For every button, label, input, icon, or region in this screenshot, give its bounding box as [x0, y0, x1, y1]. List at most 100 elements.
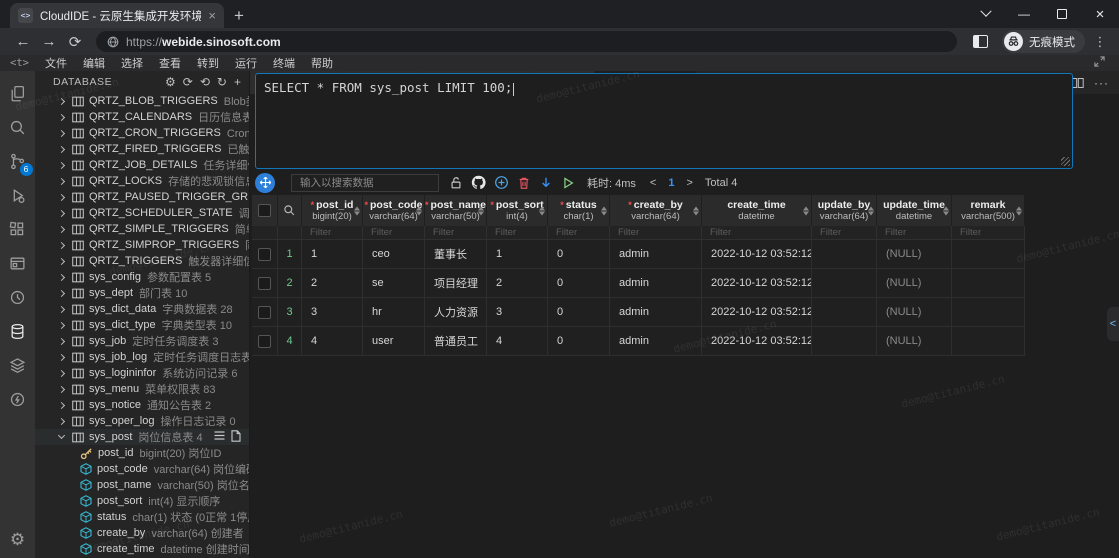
- sql-editor[interactable]: SELECT * FROM sys_post LIMIT 100;: [255, 73, 1073, 169]
- filter-input-remark[interactable]: Filter: [952, 226, 1025, 240]
- field-create_by[interactable]: create_byvarchar(64) 创建者: [35, 525, 249, 541]
- cell-update_by[interactable]: [812, 327, 877, 356]
- cell-remark[interactable]: [952, 240, 1025, 269]
- column-header-create_time[interactable]: create_timedatetime: [702, 195, 812, 226]
- cell-post_name[interactable]: 普通员工: [425, 327, 487, 356]
- cell-status[interactable]: 0: [548, 327, 610, 356]
- cell-post_code[interactable]: hr: [363, 298, 425, 327]
- cell-create_time[interactable]: 2022-10-12 03:52:12: [702, 298, 812, 327]
- column-header-post_code[interactable]: *post_codevarchar(64): [363, 195, 425, 226]
- cell-post_code[interactable]: user: [363, 327, 425, 356]
- search-icon[interactable]: [2, 111, 34, 143]
- cell-status[interactable]: 0: [548, 269, 610, 298]
- tree-item-sys_dept[interactable]: sys_dept部门表 10: [35, 285, 249, 301]
- sort-icon[interactable]: [803, 206, 809, 215]
- run-icon[interactable]: [561, 176, 575, 190]
- settings-icon[interactable]: ⚙: [165, 75, 176, 89]
- tree-item-sys_notice[interactable]: sys_notice通知公告表 2: [35, 397, 249, 413]
- filter-input-post_code[interactable]: Filter: [363, 226, 425, 240]
- tree-item-QRTZ_SCHEDULER_STATE[interactable]: QRTZ_SCHEDULER_STATE调度器状...: [35, 205, 249, 221]
- menu-item[interactable]: 帮助: [303, 55, 341, 71]
- sort-icon[interactable]: [943, 206, 949, 215]
- sort-icon[interactable]: [693, 206, 699, 215]
- column-header-post_id[interactable]: *post_idbigint(20): [302, 195, 363, 226]
- github-icon[interactable]: [471, 175, 486, 190]
- tree-item-sys_post[interactable]: sys_post岗位信息表 4: [35, 429, 249, 445]
- filter-input-post_name[interactable]: Filter: [425, 226, 487, 240]
- fullscreen-icon[interactable]: [1094, 54, 1105, 72]
- cell-post_id[interactable]: 2: [302, 269, 363, 298]
- tree-item-sys_dict_type[interactable]: sys_dict_type字典类型表 10: [35, 317, 249, 333]
- menu-item[interactable]: 转到: [189, 55, 227, 71]
- menu-item[interactable]: 选择: [113, 55, 151, 71]
- back-icon[interactable]: ←: [10, 33, 36, 50]
- field-create_time[interactable]: create_timedatetime 创建时间: [35, 541, 249, 557]
- cell-update_by[interactable]: [812, 240, 877, 269]
- select-all-checkbox[interactable]: [258, 204, 271, 217]
- tree-item-QRTZ_LOCKS[interactable]: QRTZ_LOCKS存储的悲观锁信息表 2: [35, 173, 249, 189]
- move-button[interactable]: [255, 173, 275, 193]
- resize-handle-icon[interactable]: [1061, 157, 1070, 166]
- layers-icon[interactable]: [2, 349, 34, 381]
- menu-item[interactable]: 终端: [265, 55, 303, 71]
- tree-item-QRTZ_FIRED_TRIGGERS[interactable]: QRTZ_FIRED_TRIGGERS已触发的触...: [35, 141, 249, 157]
- tree-item-sys_dict_data[interactable]: sys_dict_data字典数据表 28: [35, 301, 249, 317]
- cell-create_by[interactable]: admin: [610, 298, 702, 327]
- source-control-icon[interactable]: 6: [2, 145, 34, 177]
- cell-post_code[interactable]: se: [363, 269, 425, 298]
- browser-menu-icon[interactable]: ⋮: [1091, 34, 1109, 50]
- cell-post_id[interactable]: 4: [302, 327, 363, 356]
- cell-post_sort[interactable]: 1: [487, 240, 548, 269]
- add-circle-icon[interactable]: [494, 175, 509, 190]
- maximize-icon[interactable]: [1043, 0, 1081, 28]
- cell-post_id[interactable]: 1: [302, 240, 363, 269]
- tree-item-QRTZ_CALENDARS[interactable]: QRTZ_CALENDARS日历信息表 0: [35, 109, 249, 125]
- data-search-input[interactable]: 输入以搜索数据: [291, 174, 439, 192]
- cell-update_time[interactable]: (NULL): [877, 298, 952, 327]
- cell-update_by[interactable]: [812, 269, 877, 298]
- tree-item-sys_menu[interactable]: sys_menu菜单权限表 83: [35, 381, 249, 397]
- side-panel-icon[interactable]: [973, 35, 988, 48]
- tree-item-sys_config[interactable]: sys_config参数配置表 5: [35, 269, 249, 285]
- extensions-icon[interactable]: [2, 213, 34, 245]
- tree-item-QRTZ_TRIGGERS[interactable]: QRTZ_TRIGGERS触发器详细信息表 3: [35, 253, 249, 269]
- cell-remark[interactable]: [952, 327, 1025, 356]
- tree-item-sys_job_log[interactable]: sys_job_log定时任务调度日志表 0: [35, 349, 249, 365]
- cell-remark[interactable]: [952, 269, 1025, 298]
- filter-input-update_by[interactable]: Filter: [812, 226, 877, 240]
- cell-create_time[interactable]: 2022-10-12 03:52:12: [702, 240, 812, 269]
- column-header-update_time[interactable]: update_timedatetime: [877, 195, 952, 226]
- filter-input-post_id[interactable]: Filter: [302, 226, 363, 240]
- sort-icon[interactable]: [354, 206, 360, 215]
- cell-post_id[interactable]: 3: [302, 298, 363, 327]
- close-icon[interactable]: ×: [1081, 0, 1119, 28]
- forward-icon[interactable]: →: [36, 33, 62, 50]
- history-icon[interactable]: ⟲: [200, 75, 210, 89]
- address-bar[interactable]: https:// webide.sinosoft.com: [96, 31, 957, 52]
- tree-item-QRTZ_SIMPLE_TRIGGERS[interactable]: QRTZ_SIMPLE_TRIGGERS简单触发...: [35, 221, 249, 237]
- menu-item[interactable]: 编辑: [75, 55, 113, 71]
- cell-create_by[interactable]: admin: [610, 269, 702, 298]
- column-header-update_by[interactable]: update_byvarchar(64): [812, 195, 877, 226]
- menu-item[interactable]: 查看: [151, 55, 189, 71]
- sort-icon[interactable]: [1016, 206, 1022, 215]
- tree-item-QRTZ_SIMPROP_TRIGGERS[interactable]: QRTZ_SIMPROP_TRIGGERS同步机...: [35, 237, 249, 253]
- delete-icon[interactable]: [517, 176, 531, 190]
- timer-icon[interactable]: [2, 281, 34, 313]
- tree-item-sys_logininfor[interactable]: sys_logininfor系统访问记录 6: [35, 365, 249, 381]
- filter-input-status[interactable]: Filter: [548, 226, 610, 240]
- tree-item-sys_job[interactable]: sys_job定时任务调度表 3: [35, 333, 249, 349]
- filter-input-post_sort[interactable]: Filter: [487, 226, 548, 240]
- sort-icon[interactable]: [539, 206, 545, 215]
- reload-icon[interactable]: ⟳: [62, 33, 88, 51]
- filter-input-create_time[interactable]: Filter: [702, 226, 812, 240]
- cell-create_by[interactable]: admin: [610, 327, 702, 356]
- cell-post_name[interactable]: 董事长: [425, 240, 487, 269]
- field-post_name[interactable]: post_namevarchar(50) 岗位名称: [35, 477, 249, 493]
- filter-input-update_time[interactable]: Filter: [877, 226, 952, 240]
- menu-item[interactable]: 文件: [37, 55, 75, 71]
- cell-status[interactable]: 0: [548, 240, 610, 269]
- refresh-icon[interactable]: ↻: [217, 75, 227, 89]
- row-checkbox[interactable]: [258, 335, 271, 348]
- tree-item-QRTZ_CRON_TRIGGERS[interactable]: QRTZ_CRON_TRIGGERSCron类型...: [35, 125, 249, 141]
